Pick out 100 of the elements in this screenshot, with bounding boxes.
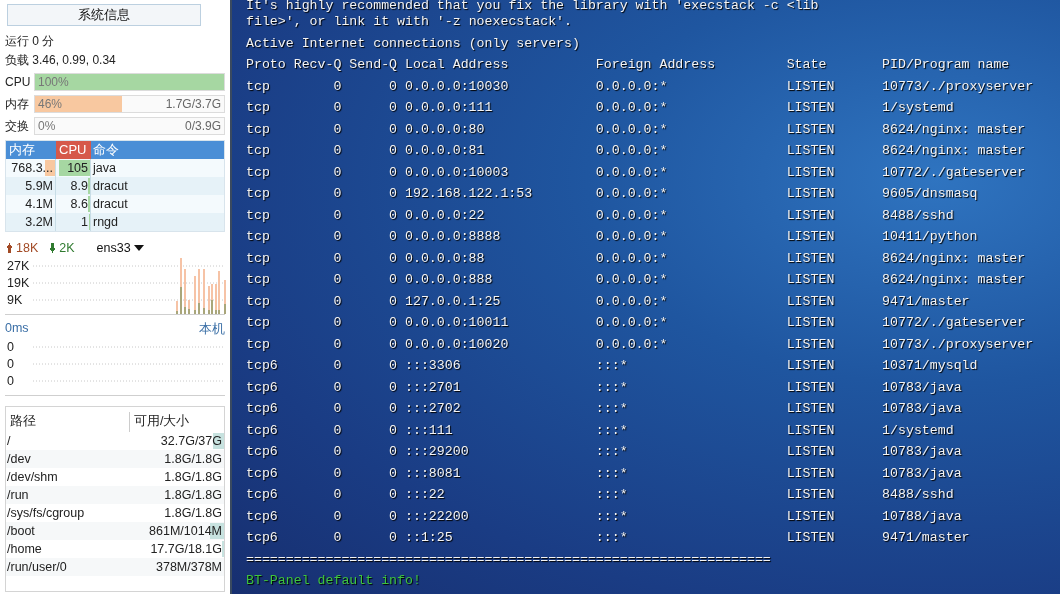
table-cell: 8.9: [70, 179, 88, 193]
table-cell-text: LISTEN: [785, 77, 836, 96]
table-cell-text: tcp: [246, 271, 271, 289]
table-cell-text: LISTEN: [785, 443, 836, 461]
table-cell-text: 0: [332, 335, 342, 354]
table-cell-text: ::1:25: [404, 529, 454, 547]
meter-label: 交换: [5, 117, 30, 135]
column-header: Foreign Address: [594, 56, 717, 74]
table-cell-text: 0: [388, 507, 398, 526]
table-cell: 3.2M: [25, 215, 53, 229]
table-cell: 8.6: [70, 197, 88, 211]
table-cell-text: 10783/java: [882, 378, 962, 397]
table-cell-text: tcp6: [246, 421, 279, 440]
table-cell-text: LISTEN: [785, 142, 836, 160]
table-cell-text: 0: [332, 163, 342, 182]
table-cell-text: 0: [332, 249, 342, 268]
load-text: 负载 3.46, 0.99, 0.34: [5, 52, 117, 69]
table-cell-text: LISTEN: [785, 486, 836, 504]
table-cell-text: 10788/java: [882, 507, 962, 526]
table-cell-text: :::*: [594, 486, 629, 504]
table-cell-text: 127.0.0.1:25: [404, 292, 502, 311]
terminal-line: Active Internet connections (only servers): [246, 34, 581, 53]
table-cell-text: /boot: [6, 523, 36, 540]
table-cell-text: LISTEN: [785, 507, 836, 526]
table-cell-text: 0: [388, 464, 398, 483]
host-label[interactable]: 本机: [199, 321, 225, 337]
download-rate: 2K: [48, 241, 75, 255]
table-cell: 4.1M: [25, 197, 53, 211]
separator-line: ==================================================================: [246, 550, 772, 569]
table-cell-text: 9605/dnsmasq: [882, 185, 978, 203]
system-info-button[interactable]: 系统信息: [7, 4, 201, 26]
table-cell-text: 8488/sshd: [882, 206, 954, 225]
table-cell-text: 0: [388, 335, 398, 354]
table-cell-text: 0.0.0.0:10003: [404, 163, 510, 182]
column-header: Send-Q: [348, 56, 398, 74]
table-cell-text: tcp: [246, 314, 271, 332]
table-cell-text: tcp6: [246, 357, 279, 375]
table-cell-text: tcp: [246, 185, 271, 203]
table-cell-text: tcp: [246, 163, 271, 182]
column-header: PID/Program name: [882, 56, 1010, 74]
table-cell-text: 0: [332, 271, 342, 289]
table-cell-text: tcp6: [246, 378, 279, 397]
table-cell: 105: [67, 161, 88, 175]
table-cell-text: tcp: [246, 120, 271, 139]
axis-label: 0: [7, 373, 14, 390]
table-cell-text: LISTEN: [785, 271, 836, 289]
terminal-line: It's highly recommended that you fix the library with 'execstack -c <lib: [246, 0, 820, 11]
table-cell-text: 0.0.0.0:111: [404, 99, 494, 117]
column-header: Proto: [246, 56, 287, 74]
table-cell-text: 0: [332, 77, 342, 96]
column-header[interactable]: CPU: [56, 141, 91, 159]
table-cell-text: /dev: [6, 451, 32, 468]
table-cell-text: tcp: [246, 99, 271, 117]
table-cell-text: tcp: [246, 142, 271, 160]
table-cell-text: tcp6: [246, 529, 279, 547]
column-header[interactable]: 命令: [91, 141, 224, 159]
table-cell-text: :::*: [594, 421, 629, 440]
table-cell-text: :::111: [404, 421, 454, 440]
table-cell-text: 0: [332, 443, 342, 461]
table-cell-text: 10411/python: [882, 228, 978, 246]
table-cell-text: 0: [332, 120, 342, 139]
table-cell-text: 0: [332, 357, 342, 375]
table-cell: 1.8G/1.8G: [164, 488, 222, 502]
table-cell-text: 0.0.0.0:*: [594, 228, 669, 246]
table-cell-text: 0: [332, 464, 342, 483]
table-cell-text: 0: [332, 99, 342, 117]
table-cell-text: tcp: [246, 249, 271, 268]
table-cell-text: 0: [388, 421, 398, 440]
table-cell: 768.3...: [11, 161, 53, 175]
meter-detail: 1.7G/3.7G: [165, 97, 221, 111]
table-cell-text: :::29200: [404, 443, 470, 461]
table-cell-text: :::*: [594, 400, 629, 418]
table-cell-text: dracut: [92, 196, 129, 213]
table-cell-text: 0: [388, 228, 398, 246]
meter-label: CPU: [5, 75, 32, 89]
table-cell-text: 8624/nginx: master: [882, 142, 1026, 160]
table-cell-text: tcp6: [246, 400, 279, 418]
column-header[interactable]: 内存: [6, 141, 56, 159]
table-cell-text: 0: [388, 357, 398, 375]
table-cell-text: :::2701: [404, 378, 462, 397]
axis-label: 0: [7, 356, 14, 373]
table-cell-text: tcp: [246, 335, 271, 354]
table-cell-text: 192.168.122.1:53: [404, 185, 534, 203]
table-cell-text: java: [91, 160, 117, 177]
table-cell-text: 0: [388, 206, 398, 225]
table-cell-text: :::22: [404, 486, 446, 504]
table-cell-text: 10773/./proxyserver: [882, 77, 1034, 96]
axis-label: 9K: [7, 292, 24, 309]
interface-dropdown[interactable]: ens33: [96, 241, 144, 255]
table-cell-text: 10772/./gateserver: [882, 163, 1026, 182]
table-cell-text: 8624/nginx: master: [882, 249, 1026, 268]
table-cell: 32.7G/37G: [160, 434, 222, 448]
caret-icon[interactable]: [133, 245, 144, 251]
table-cell-text: LISTEN: [785, 400, 836, 418]
table-cell-text: 0: [332, 400, 342, 418]
table-cell-text: 0: [388, 142, 398, 160]
table-cell-text: 0.0.0.0:10030: [404, 77, 510, 96]
table-cell-text: 0.0.0.0:81: [404, 142, 486, 160]
table-cell-text: 1/systemd: [882, 99, 954, 117]
table-cell-text: tcp: [246, 292, 271, 311]
